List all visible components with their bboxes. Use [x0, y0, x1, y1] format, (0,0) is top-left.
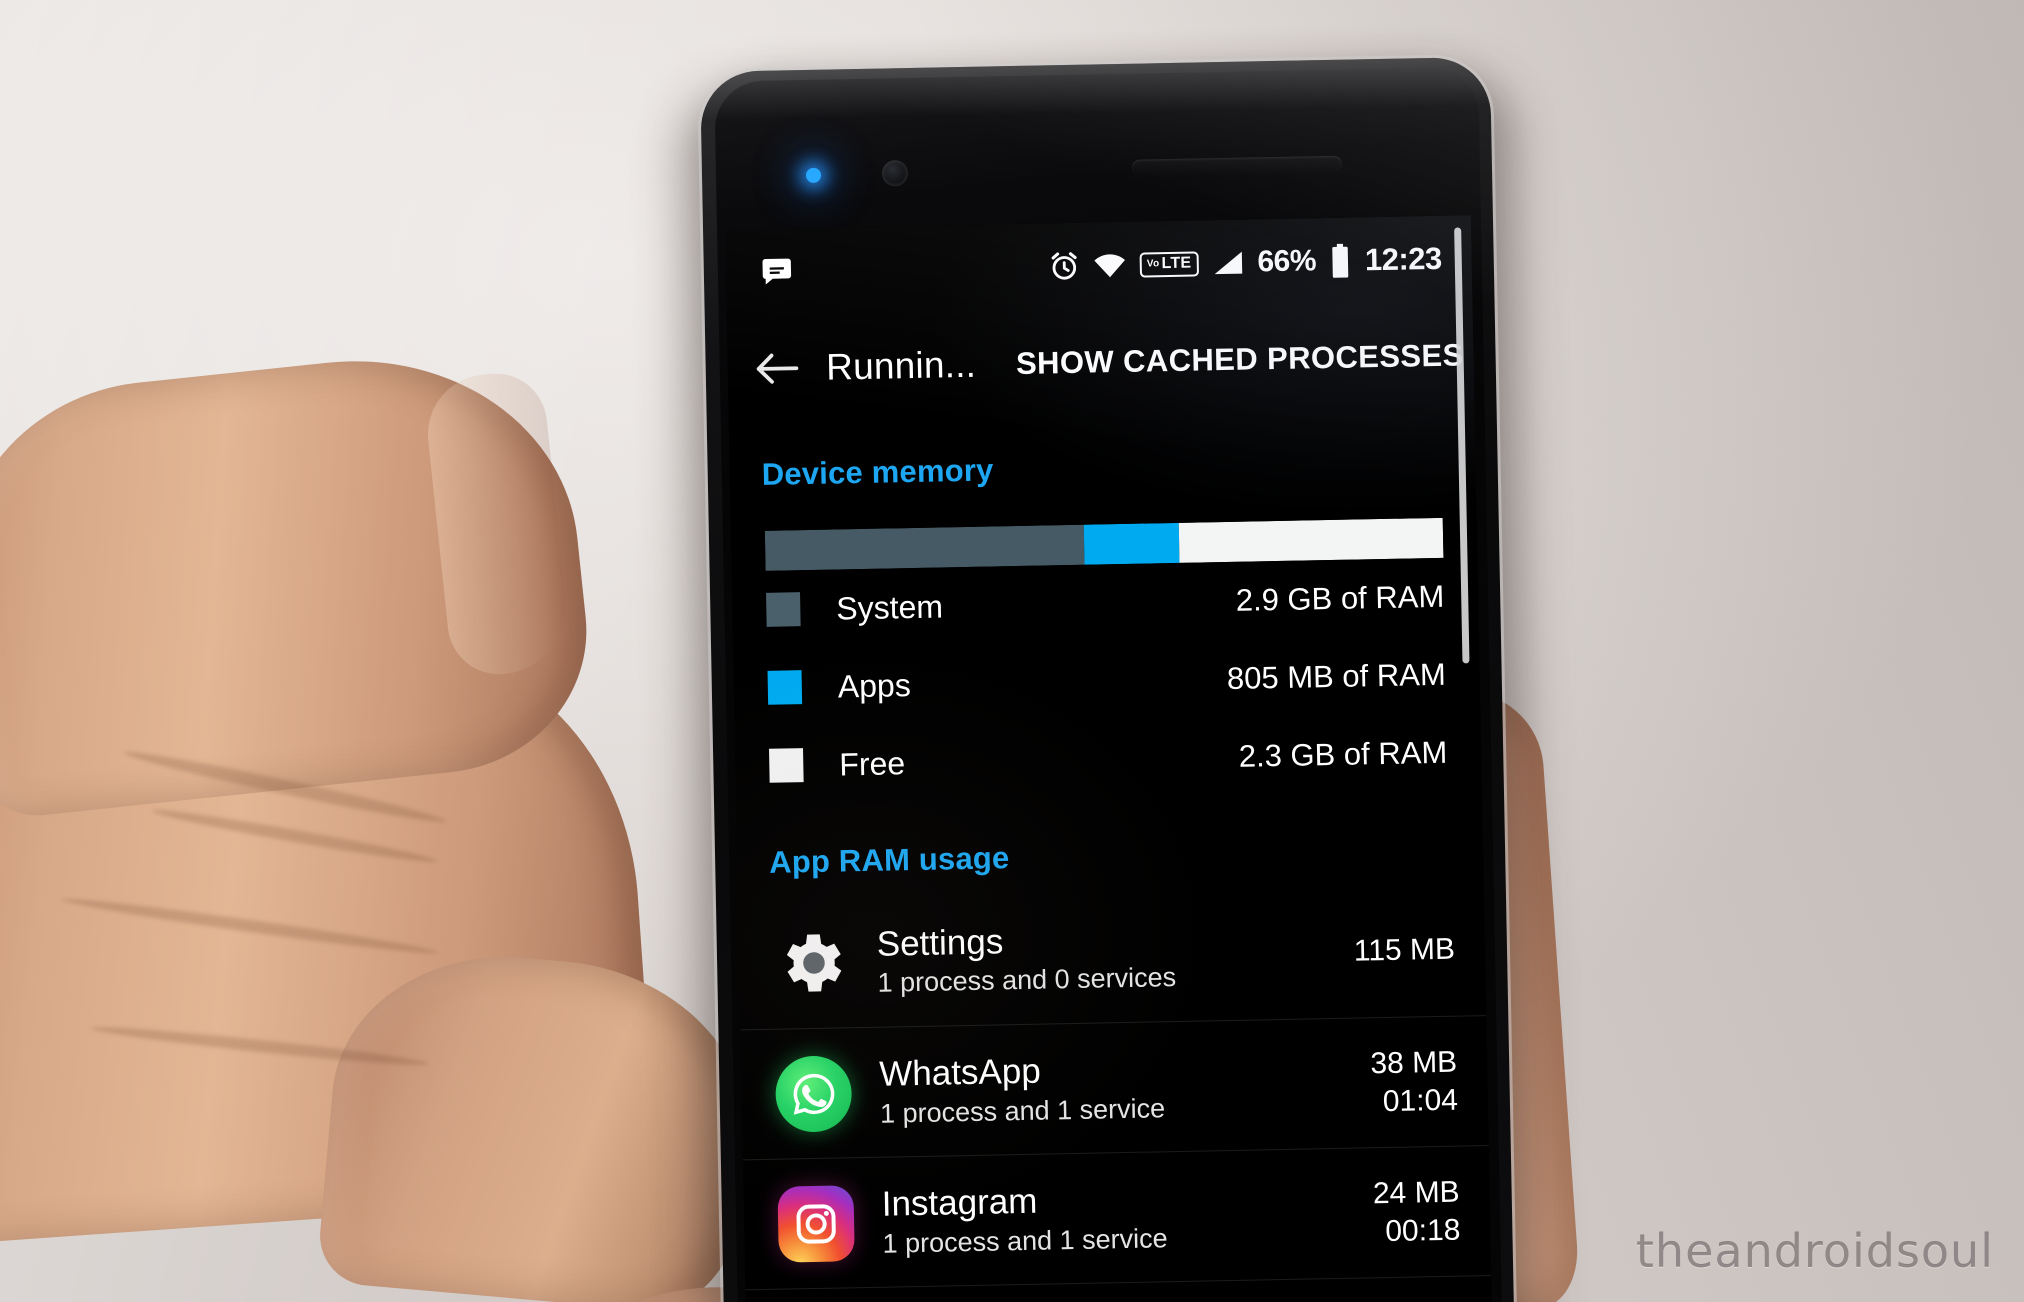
- show-cached-processes-button[interactable]: SHOW CACHED PROCESSES: [1016, 337, 1464, 382]
- app-metrics: 115 MB: [1353, 932, 1456, 972]
- volte-suffix: LTE: [1161, 254, 1192, 272]
- app-name: WhatsApp: [878, 1052, 1042, 1095]
- legend-label-system: System: [835, 587, 944, 626]
- wifi-icon: [1093, 251, 1128, 280]
- memory-legend: System 2.9 GB of RAM Apps 805 MB of RAM …: [732, 557, 1482, 805]
- settings-gear-icon: [772, 924, 849, 1001]
- app-metrics: 24 MB 00:18: [1373, 1174, 1461, 1250]
- volte-prefix: Vo: [1146, 257, 1160, 269]
- app-ram-size: 115 MB: [1353, 932, 1456, 968]
- status-bar: Vo LTE 66% 12:23: [725, 215, 1473, 315]
- device-memory-header: Device memory: [761, 452, 994, 492]
- notification-icons: [760, 254, 795, 289]
- legend-value-system: 2.9 GB of RAM: [1235, 578, 1445, 618]
- app-name: Settings: [876, 922, 1004, 964]
- app-text: Instagram 1 process and 1 service: [881, 1180, 1168, 1260]
- settings-content: Device memory System 2.9 GB of RAM Apps: [729, 409, 1493, 1302]
- app-ram-list: Settings 1 process and 0 services 115 MB: [738, 885, 1493, 1302]
- volte-badge: Vo LTE: [1139, 250, 1199, 278]
- back-arrow-icon[interactable]: [753, 340, 801, 397]
- legend-swatch-system: [766, 592, 801, 627]
- app-text: Settings 1 process and 0 services: [876, 919, 1176, 999]
- legend-swatch-free: [769, 748, 804, 783]
- app-runtime: 01:04: [1382, 1083, 1459, 1118]
- app-metrics: 38 MB 01:04: [1370, 1044, 1458, 1120]
- page-title: Runnin...: [825, 343, 977, 388]
- app-ram-size: 24 MB: [1372, 1175, 1460, 1210]
- memory-segment-system: [764, 524, 1085, 571]
- app-ram-usage-header: App RAM usage: [768, 840, 1010, 880]
- battery-icon: [1329, 243, 1353, 278]
- list-item-whatsapp[interactable]: WhatsApp 1 process and 1 service 38 MB 0…: [740, 1015, 1489, 1160]
- legend-row-apps: Apps 805 MB of RAM: [733, 635, 1480, 727]
- whatsapp-badge: [774, 1054, 853, 1133]
- instagram-icon: [777, 1184, 855, 1263]
- chat-bubble-icon: [760, 254, 795, 289]
- app-subtitle: 1 process and 1 service: [879, 1092, 1166, 1129]
- hand-holding-phone: [0, 338, 1030, 1302]
- statusbar-spacer: [794, 266, 1049, 271]
- legend-label-free: Free: [838, 744, 906, 782]
- phone-device: Vo LTE 66% 12:23 Runnin... SHOW CACHED P…: [700, 56, 1515, 1302]
- list-item-instagram[interactable]: Instagram 1 process and 1 service 24 MB …: [742, 1145, 1492, 1290]
- app-text: WhatsApp 1 process and 1 service: [879, 1050, 1166, 1130]
- app-runtime: [1354, 970, 1455, 972]
- status-clock: 12:23: [1364, 240, 1443, 278]
- thumb: [0, 338, 601, 822]
- legend-row-system: System 2.9 GB of RAM: [732, 557, 1479, 649]
- legend-swatch-apps: [767, 670, 803, 705]
- memory-segment-free: [1178, 517, 1444, 563]
- status-right-icons: Vo LTE 66% 12:23: [1049, 241, 1443, 285]
- photo-scene: Vo LTE 66% 12:23 Runnin... SHOW CACHED P…: [0, 0, 2024, 1302]
- whatsapp-icon: [774, 1054, 853, 1133]
- watermark: theandroidsoul: [1635, 1224, 1994, 1278]
- battery-percentage: 66%: [1257, 244, 1317, 279]
- app-runtime: 00:18: [1384, 1213, 1461, 1248]
- legend-value-free: 2.3 GB of RAM: [1238, 734, 1448, 774]
- app-ram-size: 38 MB: [1370, 1045, 1458, 1080]
- action-bar: Runnin... SHOW CACHED PROCESSES: [727, 301, 1475, 423]
- app-subtitle: 1 process and 1 service: [882, 1222, 1168, 1259]
- app-subtitle: 1 process and 0 services: [877, 962, 1177, 998]
- instagram-badge: [777, 1184, 855, 1263]
- phone-screen: Vo LTE 66% 12:23 Runnin... SHOW CACHED P…: [725, 215, 1493, 1302]
- legend-value-apps: 805 MB of RAM: [1226, 656, 1447, 696]
- legend-label-apps: Apps: [837, 666, 912, 704]
- legend-row-free: Free 2.3 GB of RAM: [735, 713, 1482, 805]
- list-item-settings[interactable]: Settings 1 process and 0 services 115 MB: [738, 885, 1486, 1029]
- signal-icon: [1211, 249, 1245, 278]
- app-name: Instagram: [881, 1182, 1038, 1225]
- memory-segment-apps: [1083, 522, 1180, 565]
- alarm-icon: [1049, 250, 1081, 282]
